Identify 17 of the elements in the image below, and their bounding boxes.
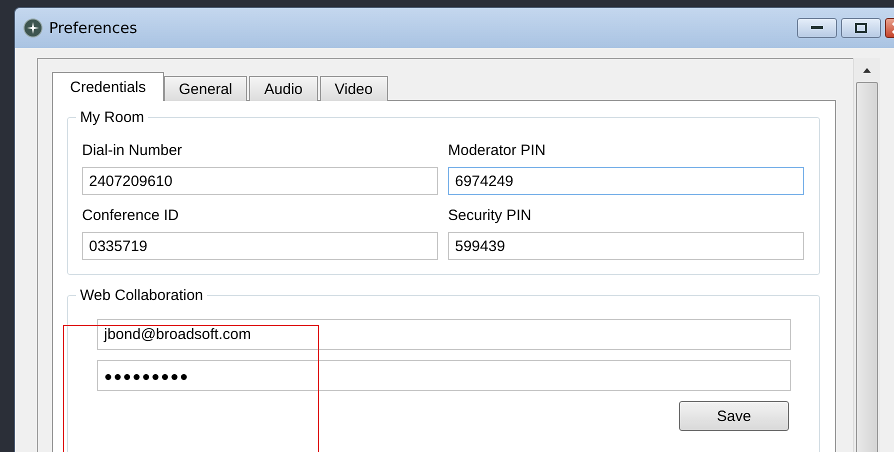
window-title: Preferences [49,19,138,37]
tab[interactable]: Video [320,76,388,101]
group-title: My Room [76,109,148,126]
input-field[interactable]: 2407209610 [82,167,438,195]
field-label: Security PIN [448,207,532,224]
field-label: Conference ID [82,207,180,224]
password-field[interactable]: ●●●●●●●●● [97,360,791,391]
input-field[interactable]: jbond@broadsoft.com [97,319,791,350]
input-field[interactable]: 6974249 [448,167,804,195]
field-label: Moderator PIN [448,142,547,159]
tab[interactable]: General [164,76,248,101]
tab[interactable]: Credentials [52,72,164,101]
input-field[interactable]: 599439 [448,232,804,260]
tab[interactable]: Audio [249,76,318,101]
field-label: Dial-in Number [82,142,184,159]
input-field[interactable]: 0335719 [82,232,438,260]
save-button[interactable]: Save [679,401,789,431]
